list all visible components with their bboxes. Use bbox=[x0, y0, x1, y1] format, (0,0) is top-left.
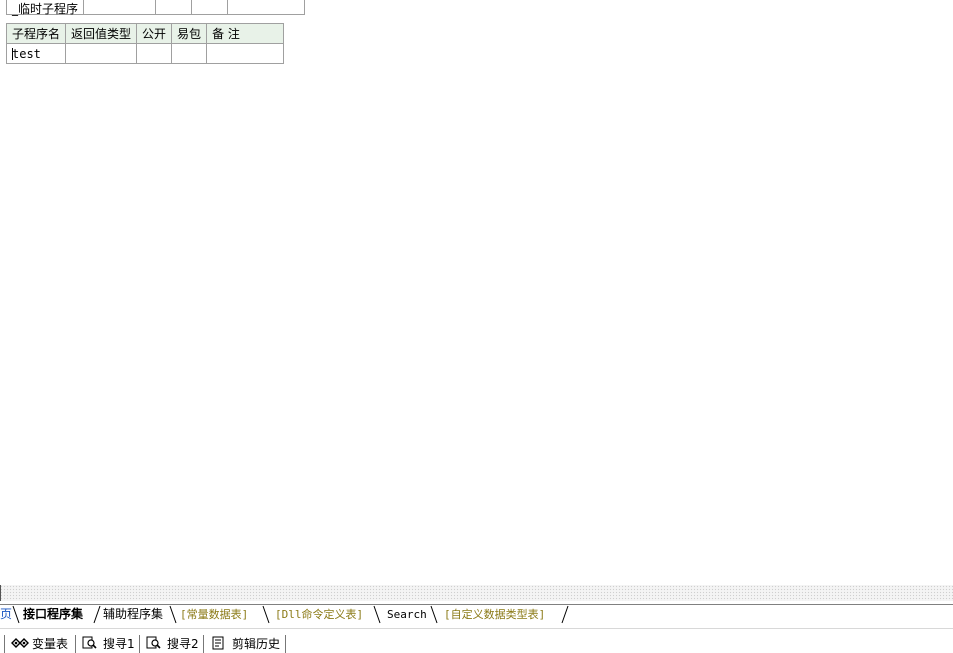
table-cell[interactable] bbox=[227, 0, 306, 15]
tab-separator bbox=[11, 605, 21, 624]
tab-strip: 页 接口程序集 辅助程序集 [常量数据表] [Dll命令定义表] Search … bbox=[0, 604, 953, 625]
temp-subroutine-table: _临时子程序 bbox=[5, 0, 306, 16]
header-public: 公开 bbox=[136, 23, 173, 44]
bottom-toolbar: 变量表 搜寻1 搜寻2 剪辑历史 bbox=[0, 628, 953, 653]
remark-cell[interactable] bbox=[206, 43, 285, 64]
splitter-edge bbox=[0, 585, 1, 601]
table-header-row: 子程序名 返回值类型 公开 易包 备 注 bbox=[5, 23, 285, 44]
search2-button[interactable]: 搜寻2 bbox=[146, 633, 199, 653]
toolbar-separator bbox=[285, 635, 286, 653]
clip-history-button[interactable]: 剪辑历史 bbox=[211, 633, 280, 653]
search1-label: 搜寻1 bbox=[103, 636, 135, 651]
tab-constant-table[interactable]: [常量数据表] bbox=[180, 605, 248, 624]
header-subroutine-name: 子程序名 bbox=[5, 23, 67, 44]
tab-separator bbox=[261, 605, 271, 624]
public-cell[interactable] bbox=[136, 43, 173, 64]
toolbar-separator bbox=[139, 635, 140, 653]
tab-search[interactable]: Search bbox=[387, 605, 427, 624]
table-row: test bbox=[5, 43, 285, 64]
tab-helper-assembly[interactable]: 辅助程序集 bbox=[103, 605, 163, 624]
search2-label: 搜寻2 bbox=[167, 636, 199, 651]
header-remark: 备 注 bbox=[206, 23, 285, 44]
tab-custom-datatype-table[interactable]: [自定义数据类型表] bbox=[444, 605, 545, 624]
table-cell[interactable] bbox=[83, 0, 157, 15]
search-icon bbox=[146, 636, 162, 650]
tab-separator bbox=[429, 605, 439, 624]
subroutine-name-cell[interactable]: test bbox=[5, 43, 67, 64]
header-easy-package: 易包 bbox=[171, 23, 208, 44]
header-return-type: 返回值类型 bbox=[65, 23, 138, 44]
tab-separator bbox=[168, 605, 178, 624]
tab-dll-command-table[interactable]: [Dll命令定义表] bbox=[275, 605, 363, 624]
tab-separator bbox=[92, 605, 102, 624]
search-icon bbox=[82, 636, 98, 650]
return-type-cell[interactable] bbox=[65, 43, 138, 64]
table-cell[interactable] bbox=[191, 0, 229, 15]
tab-separator bbox=[560, 605, 570, 624]
toolbar-separator bbox=[203, 635, 204, 653]
variables-button[interactable]: 变量表 bbox=[11, 633, 68, 653]
pane-splitter[interactable] bbox=[0, 585, 953, 601]
toolbar-separator bbox=[75, 635, 76, 653]
subroutine-table: 子程序名 返回值类型 公开 易包 备 注 test bbox=[5, 23, 285, 64]
temp-subroutine-name-cell[interactable]: _临时子程序 bbox=[5, 0, 85, 16]
variables-label: 变量表 bbox=[32, 636, 69, 651]
toolbar-separator bbox=[4, 635, 5, 653]
table-row: _临时子程序 bbox=[5, 0, 306, 16]
clip-history-label: 剪辑历史 bbox=[232, 636, 281, 651]
clipboard-icon bbox=[211, 636, 227, 650]
search1-button[interactable]: 搜寻1 bbox=[82, 633, 135, 653]
table-cell[interactable] bbox=[155, 0, 193, 15]
easy-package-cell[interactable] bbox=[171, 43, 208, 64]
tab-separator bbox=[372, 605, 382, 624]
tab-interface-assembly[interactable]: 接口程序集 bbox=[23, 605, 83, 624]
variables-icon bbox=[11, 636, 29, 650]
